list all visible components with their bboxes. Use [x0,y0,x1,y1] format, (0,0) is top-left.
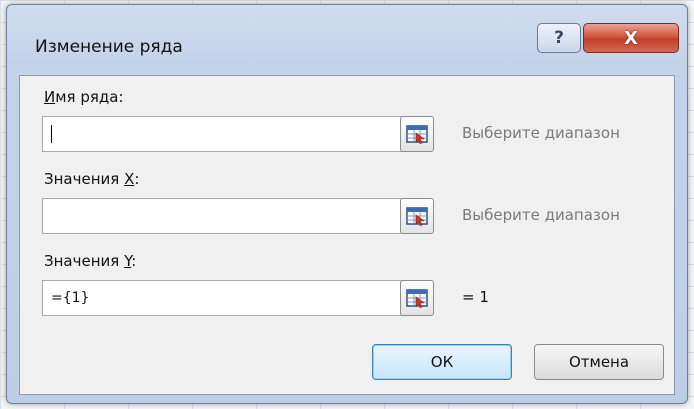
help-button[interactable]: ? [537,23,581,53]
edit-series-dialog: Изменение ряда ? X Имя ряда: Выберите ди… [6,4,688,404]
y-values-value: ={1} [51,290,90,306]
cancel-button[interactable]: Отмена [534,344,664,380]
x-values-label: Значения X: [44,170,140,188]
help-icon: ? [554,28,564,48]
y-values-input[interactable]: ={1} [42,280,402,316]
x-values-hint: Выберите диапазон [462,206,620,224]
range-select-icon [406,207,428,226]
series-name-range-button[interactable] [400,116,434,152]
dialog-body: Имя ряда: Выберите диапазон Значения X: [19,75,675,395]
text-caret [51,125,52,143]
y-values-label: Значения Y: [44,252,137,270]
close-button[interactable]: X [583,23,679,53]
x-values-input[interactable] [42,198,402,234]
series-name-label: Имя ряда: [44,88,124,106]
range-select-icon [406,125,428,144]
series-name-input[interactable] [42,116,402,152]
title-bar[interactable]: Изменение ряда ? X [7,5,687,83]
range-select-icon [406,289,428,308]
ok-button[interactable]: ОК [372,344,512,380]
dialog-title: Изменение ряда [35,37,183,57]
y-values-range-button[interactable] [400,280,434,316]
close-icon: X [624,27,638,49]
x-values-range-button[interactable] [400,198,434,234]
y-values-result: = 1 [462,288,489,306]
series-name-hint: Выберите диапазон [462,124,620,142]
